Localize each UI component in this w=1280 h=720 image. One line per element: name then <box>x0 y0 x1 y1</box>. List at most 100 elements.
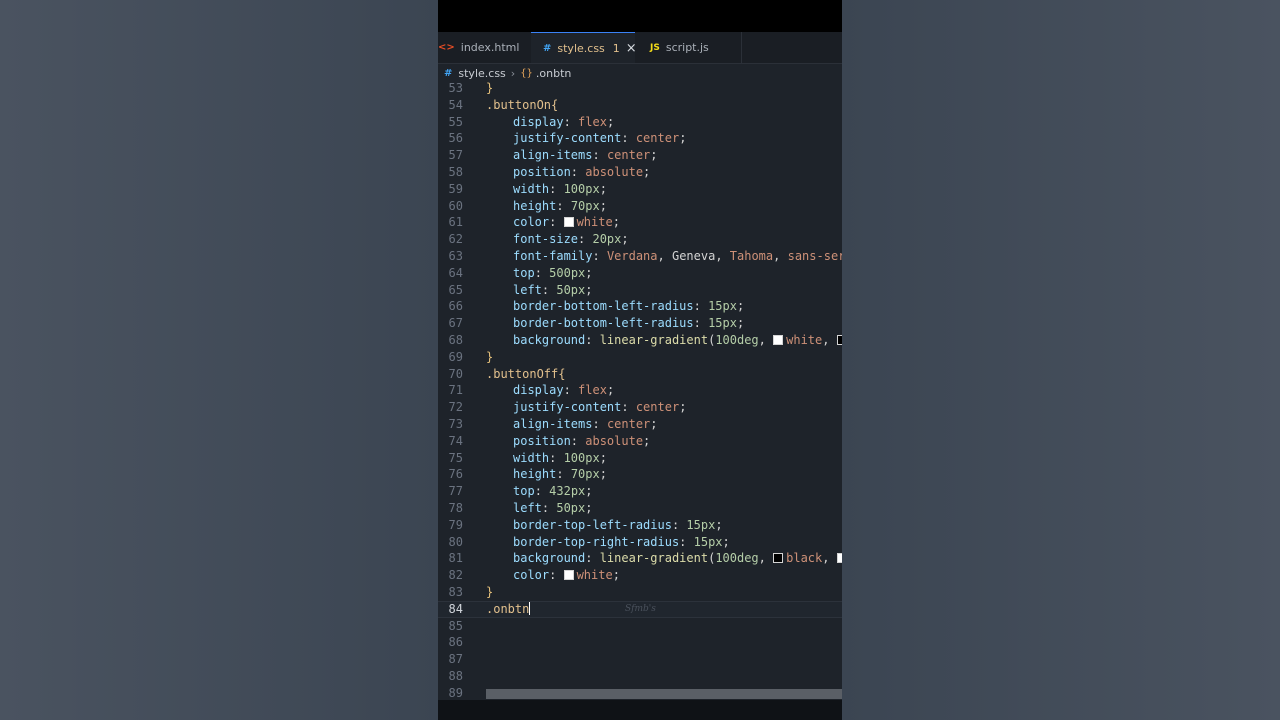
code-line: 80 border-top-right-radius: 15px; <box>438 534 842 551</box>
tab-bar: <> index.html # style.css 1 × JS script.… <box>438 32 842 64</box>
chevron-right-icon: › <box>510 66 516 80</box>
code-line: 56 justify-content: center; <box>438 130 842 147</box>
line-number: 62 <box>448 232 463 247</box>
line-number: 79 <box>448 517 463 532</box>
line-number: 61 <box>448 215 463 230</box>
line-number: 89 <box>448 685 463 700</box>
code-line: 65 left: 50px; <box>438 282 842 299</box>
tab-label: style.css <box>557 41 605 55</box>
code-line: 55 display: flex; <box>438 114 842 131</box>
line-number: 66 <box>448 299 463 314</box>
line-number: 88 <box>448 668 463 683</box>
code-line-current: 84 .onbtn Sfmb's <box>438 600 842 618</box>
line-number: 64 <box>448 265 463 280</box>
code-line: 64 top: 500px; <box>438 265 842 282</box>
line-number: 53 <box>448 81 463 95</box>
line-number: 54 <box>448 97 463 112</box>
code-line: 88 <box>438 668 842 685</box>
horizontal-scrollbar[interactable] <box>486 689 842 699</box>
code-line: 86 <box>438 634 842 651</box>
line-number: 72 <box>448 400 463 415</box>
line-number: 68 <box>448 332 463 347</box>
top-black-bar <box>438 0 842 32</box>
breadcrumb-symbol[interactable]: .onbtn <box>536 67 571 80</box>
line-number: 75 <box>448 450 463 465</box>
js-file-icon: JS <box>650 42 660 53</box>
code-line: 70 .buttonOff{ <box>438 366 842 383</box>
code-line: 53} <box>438 80 842 97</box>
problem-count-badge: 1 <box>612 41 620 55</box>
breadcrumb-file[interactable]: style.css <box>458 67 505 80</box>
line-number: 82 <box>448 568 463 583</box>
line-number: 56 <box>448 131 463 146</box>
code-line: 69} <box>438 349 842 366</box>
line-number: 85 <box>448 618 463 633</box>
code-line: 66 border-bottom-left-radius: 15px; <box>438 298 842 315</box>
line-number: 77 <box>448 484 463 499</box>
line-number: 67 <box>448 316 463 331</box>
line-number: 65 <box>448 282 463 297</box>
line-number: 78 <box>448 500 463 515</box>
watermark-text: Sfmb's <box>625 603 656 614</box>
tab-label: script.js <box>665 41 709 54</box>
code-line: 82 color: white; <box>438 567 842 584</box>
selector-symbol-icon: {} <box>520 67 533 79</box>
tab-script-js[interactable]: JS script.js <box>636 32 742 63</box>
code-line: 57 align-items: center; <box>438 147 842 164</box>
line-number: 86 <box>448 635 463 650</box>
line-number: 84 <box>448 601 463 616</box>
code-line: 67 border-bottom-left-radius: 15px; <box>438 315 842 332</box>
code-line: 61 color: white; <box>438 214 842 231</box>
code-line: 71 display: flex; <box>438 382 842 399</box>
line-number: 80 <box>448 534 463 549</box>
video-side-panel-left <box>0 0 438 720</box>
code-line: 54 .buttonOn{ <box>438 97 842 114</box>
color-swatch-black[interactable] <box>836 334 842 345</box>
code-line: 87 <box>438 651 842 668</box>
line-number: 57 <box>448 148 463 163</box>
line-number: 83 <box>448 584 463 599</box>
line-number: 71 <box>448 383 463 398</box>
code-line: 85 <box>438 618 842 635</box>
color-swatch-white[interactable] <box>563 217 574 228</box>
color-swatch-white[interactable] <box>563 570 574 581</box>
tab-style-css[interactable]: # style.css 1 × <box>531 32 637 63</box>
line-number: 63 <box>448 248 463 263</box>
code-line: 63 font-family: Verdana, Geneva, Tahoma, … <box>438 248 842 265</box>
line-number: 55 <box>448 114 463 129</box>
line-number: 76 <box>448 467 463 482</box>
line-number: 74 <box>448 433 463 448</box>
line-number: 87 <box>448 652 463 667</box>
line-number: 69 <box>448 349 463 364</box>
code-line: 72 justify-content: center; <box>438 399 842 416</box>
color-swatch-white[interactable] <box>773 334 784 345</box>
line-number: 58 <box>448 164 463 179</box>
line-number: 81 <box>448 551 463 566</box>
code-line: 59 width: 100px; <box>438 181 842 198</box>
code-line: 58 position: absolute; <box>438 164 842 181</box>
html-file-icon: <> <box>438 42 455 53</box>
code-line: 68 background: linear-gradient(100deg, wh… <box>438 332 842 349</box>
color-swatch-black[interactable] <box>773 553 784 564</box>
code-line: 73 align-items: center; <box>438 416 842 433</box>
text-cursor <box>529 601 531 615</box>
code-line: 81 background: linear-gradient(100deg, bl… <box>438 550 842 567</box>
code-line: 83} <box>438 584 842 601</box>
code-editor-window: <> index.html # style.css 1 × JS script.… <box>438 0 842 720</box>
tab-label: index.html <box>460 41 520 54</box>
code-line: 62 font-size: 20px; <box>438 231 842 248</box>
color-swatch-white[interactable] <box>836 553 842 564</box>
line-number: 70 <box>448 366 463 381</box>
code-line: 77 top: 432px; <box>438 483 842 500</box>
code-area[interactable]: 53} 54 .buttonOn{ 55 display: flex; 56 just… <box>438 80 842 701</box>
css-file-icon: # <box>543 42 552 54</box>
line-number: 59 <box>448 181 463 196</box>
code-line: 79 border-top-left-radius: 15px; <box>438 517 842 534</box>
tab-index-html[interactable]: <> index.html <box>438 32 530 63</box>
code-line: 75 width: 100px; <box>438 450 842 467</box>
bottom-black-bar <box>438 700 842 720</box>
code-line: 60 height: 70px; <box>438 198 842 215</box>
line-number: 73 <box>448 416 463 431</box>
code-line: 76 height: 70px; <box>438 466 842 483</box>
video-side-panel-right <box>842 0 1280 720</box>
